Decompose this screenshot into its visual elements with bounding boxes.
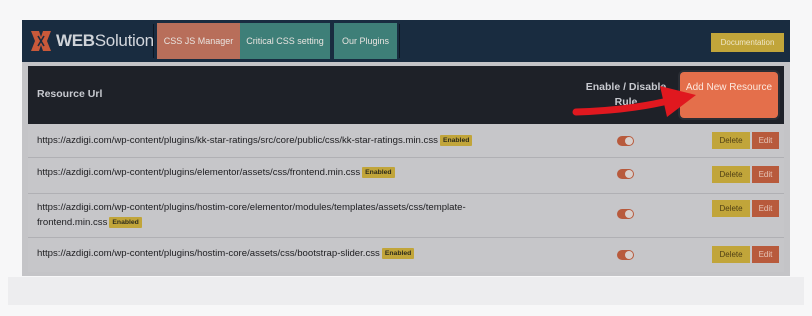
logo-text: WEBSolution [56, 31, 154, 51]
table-row: https://azdigi.com/wp-content/plugins/ho… [28, 238, 784, 272]
delete-button[interactable]: Delete [712, 246, 750, 263]
rule-toggle[interactable] [617, 169, 634, 179]
edit-button[interactable]: Edit [752, 132, 779, 149]
resource-url: https://azdigi.com/wp-content/plugins/kk… [37, 133, 527, 148]
nav-divider [153, 24, 154, 58]
resource-url: https://azdigi.com/wp-content/plugins/ho… [37, 200, 527, 230]
nav-divider [399, 24, 400, 58]
toggle-knob [625, 170, 633, 178]
toggle-knob [625, 251, 633, 259]
tab-our-plugins[interactable]: Our Plugins [334, 23, 397, 59]
page-footer-area [8, 277, 804, 305]
delete-button[interactable]: Delete [712, 132, 750, 149]
resource-url-text: https://azdigi.com/wp-content/plugins/ho… [37, 202, 466, 228]
resource-url-text: https://azdigi.com/wp-content/plugins/kk… [37, 135, 438, 146]
red-arrow-annotation [572, 86, 696, 117]
delete-button[interactable]: Delete [712, 166, 750, 183]
table-row: https://azdigi.com/wp-content/plugins/ho… [28, 194, 784, 238]
resource-url-text: https://azdigi.com/wp-content/plugins/el… [37, 167, 361, 178]
status-badge: Enabled [109, 217, 142, 228]
tab-css-js-manager[interactable]: CSS JS Manager [157, 23, 240, 59]
status-badge: Enabled [439, 135, 473, 146]
toggle-knob [625, 210, 633, 218]
column-header-resource-url: Resource Url [37, 88, 103, 100]
tab-critical-css-setting[interactable]: Critical CSS setting [240, 23, 330, 59]
resource-url-text: https://azdigi.com/wp-content/plugins/ho… [37, 248, 380, 259]
resource-url: https://azdigi.com/wp-content/plugins/ho… [37, 246, 527, 261]
documentation-button[interactable]: Documentation [711, 33, 784, 52]
edit-button[interactable]: Edit [752, 200, 779, 217]
rule-toggle[interactable] [617, 209, 634, 219]
status-badge: Enabled [381, 248, 415, 259]
table-row: https://azdigi.com/wp-content/plugins/el… [28, 158, 784, 194]
toggle-knob [625, 137, 633, 145]
delete-button[interactable]: Delete [712, 200, 750, 217]
resource-url: https://azdigi.com/wp-content/plugins/el… [37, 165, 527, 180]
edit-button[interactable]: Edit [752, 246, 779, 263]
plugin-panel: WEBSolution CSS JS Manager Critical CSS … [22, 20, 790, 276]
logo-mark-icon [30, 28, 52, 54]
edit-button[interactable]: Edit [752, 166, 779, 183]
rule-toggle[interactable] [617, 250, 634, 260]
table-row: https://azdigi.com/wp-content/plugins/kk… [28, 124, 784, 158]
status-badge: Enabled [362, 167, 395, 178]
logo-text-strong: WEB [56, 31, 95, 50]
top-navigation: WEBSolution CSS JS Manager Critical CSS … [22, 20, 790, 62]
logo-text-rest: Solution [94, 31, 154, 50]
rule-toggle[interactable] [617, 136, 634, 146]
logo[interactable]: WEBSolution [30, 27, 154, 55]
